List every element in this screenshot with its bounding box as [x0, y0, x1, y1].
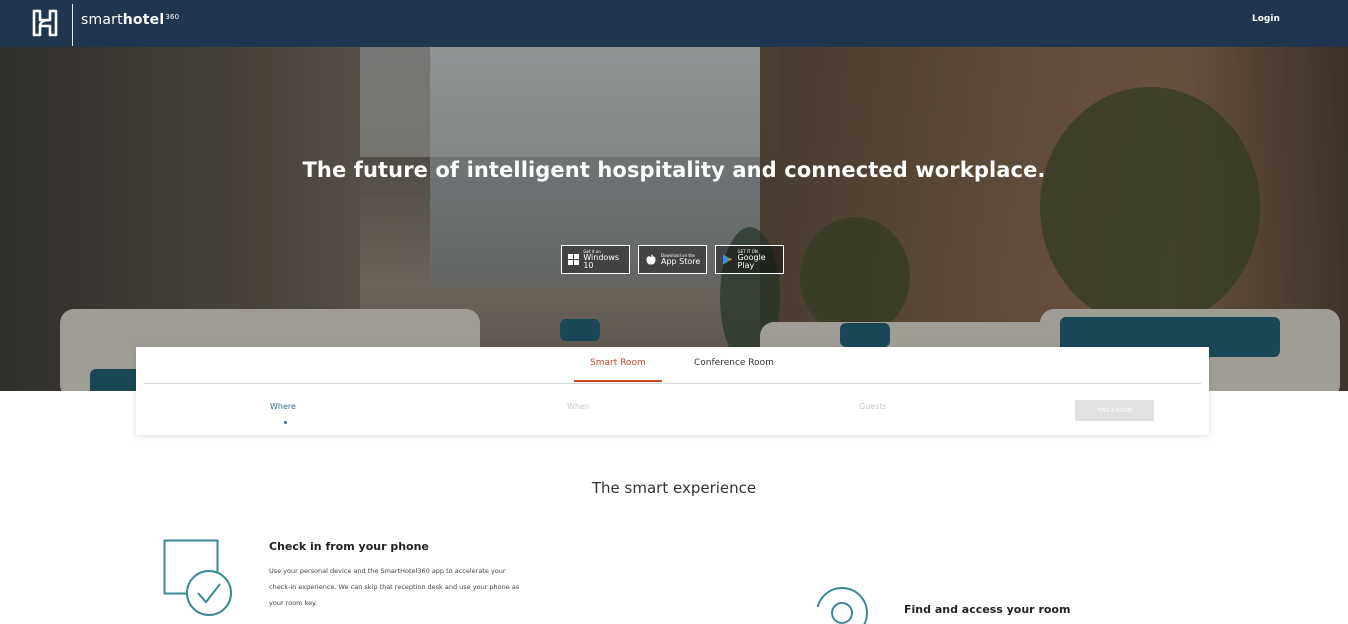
- feature-desc-line: your room key.: [269, 599, 318, 607]
- login-link[interactable]: Login: [1252, 14, 1280, 24]
- tab-divider: [144, 383, 1201, 384]
- brand-name[interactable]: smarthotel360: [81, 12, 179, 28]
- where-field[interactable]: Where: [270, 402, 296, 411]
- hero-banner: [0, 47, 1348, 391]
- find-room-button[interactable]: FIND A ROOM: [1075, 400, 1154, 421]
- windows-icon: [568, 254, 580, 266]
- room-access-icon: [814, 587, 868, 624]
- phone-checkin-icon: [163, 539, 232, 616]
- where-active-dot: [284, 421, 287, 424]
- when-field[interactable]: When: [567, 402, 590, 411]
- app-store-big-text: App Store: [661, 256, 701, 266]
- section-title: The smart experience: [591, 479, 757, 497]
- google-play-icon: [722, 254, 734, 266]
- smarthotel-logo-icon[interactable]: [30, 7, 60, 39]
- brand-strong: hotel: [122, 12, 165, 28]
- feature-description: Use your personal device and the SmartHo…: [269, 563, 559, 611]
- google-play-big-text: Google Play: [737, 252, 766, 270]
- logo-divider: [72, 4, 73, 46]
- app-store-button[interactable]: Download on the App Store: [638, 245, 707, 274]
- brand-prefix: smart: [81, 12, 123, 28]
- brand-superscript: 360: [165, 13, 180, 21]
- tab-smart-room[interactable]: Smart Room: [590, 358, 646, 368]
- google-play-button[interactable]: GET IT ON Google Play: [715, 245, 784, 274]
- room-search-card: Smart Room Conference Room Where When Gu…: [136, 347, 1209, 435]
- active-tab-underline: [574, 380, 662, 382]
- windows-store-big-text: Windows 10: [583, 252, 620, 270]
- guests-field[interactable]: Guests: [859, 402, 887, 411]
- feature-desc-line: Use your personal device and the SmartHo…: [269, 567, 506, 575]
- feature-title: Check in from your phone: [269, 540, 429, 553]
- apple-icon: [645, 254, 657, 266]
- feature-desc-line: check-in experience. We can skip that re…: [269, 583, 520, 591]
- tab-conference-room[interactable]: Conference Room: [694, 358, 774, 368]
- hero-overlay: [0, 47, 1348, 391]
- feature-title: Find and access your room: [904, 603, 1071, 616]
- hero-title: The future of intelligent hospitality an…: [302, 158, 1046, 182]
- windows-store-button[interactable]: Get it on Windows 10: [561, 245, 630, 274]
- top-nav-bar: smarthotel360 Login: [0, 0, 1348, 47]
